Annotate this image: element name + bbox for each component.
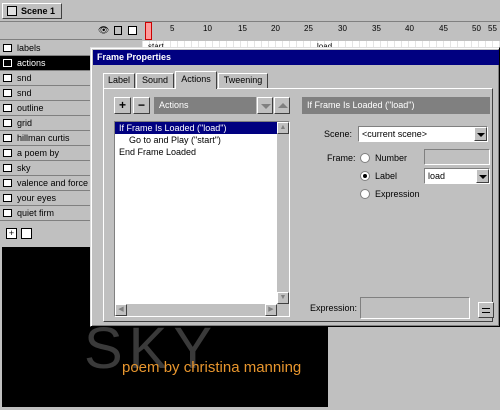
label-select-value: load: [428, 171, 446, 181]
layer-name: hillman curtis: [17, 133, 70, 143]
label-dropdown-button[interactable]: [476, 169, 489, 183]
layer-name: outline: [17, 103, 44, 113]
layer-icon: [3, 74, 12, 82]
tab-actions[interactable]: Actions: [175, 71, 217, 89]
scene-icon: [7, 6, 17, 16]
actions-toolbar: + − Actions: [114, 97, 290, 115]
frame-label-option: Label: [375, 171, 398, 181]
frame-number-radio[interactable]: [360, 153, 370, 163]
frame-ruler[interactable]: 5 10 15 20 25 30 35 40 45 50 55: [142, 22, 500, 40]
chevron-down-icon: [479, 175, 487, 179]
actions-panel: + − Actions If Frame Is Loaded ("load") …: [103, 88, 494, 322]
add-guide-layer-icon[interactable]: [21, 228, 32, 239]
script-line[interactable]: End Frame Loaded: [115, 146, 289, 158]
move-down-button[interactable]: [257, 97, 273, 114]
expression-label: Expression:: [310, 303, 358, 313]
properties-header: If Frame Is Loaded ("load"): [302, 97, 490, 114]
lines-icon: [482, 312, 490, 313]
expression-field[interactable]: [360, 297, 470, 319]
layer-name: snd: [17, 73, 32, 83]
ruler-tick: 15: [238, 24, 247, 33]
frame-properties-dialog: Frame Properties Label Sound Actions Twe…: [90, 47, 500, 327]
scene-dropdown-button[interactable]: [474, 127, 487, 141]
ruler-tick: 10: [203, 24, 212, 33]
layer-name: your eyes: [17, 193, 57, 203]
ruler-tick: 30: [338, 24, 347, 33]
scene-tab[interactable]: Scene 1: [2, 3, 62, 19]
frame-number-label: Number: [375, 153, 408, 163]
layer-icon: [3, 134, 12, 142]
layer-icon: [3, 89, 12, 97]
eye-icon[interactable]: 👁︎: [98, 25, 109, 36]
ruler-tick: 40: [405, 24, 414, 33]
frame-expression-radio[interactable]: [360, 189, 370, 199]
lines-icon: [482, 308, 490, 309]
layer-icon: [3, 164, 12, 172]
stage-caption: poem by christina manning: [122, 359, 302, 376]
layer-icon: [3, 149, 12, 157]
layer-name: grid: [17, 118, 33, 128]
ruler-tick: 35: [372, 24, 381, 33]
timeline-header: 👁︎ 5 10 15 20 25 30 35 40 45 50 55: [0, 22, 500, 40]
layer-name: a poem by: [17, 148, 60, 158]
ruler-tick: 5: [170, 24, 175, 33]
chevron-down-icon: [477, 133, 485, 137]
remove-action-button[interactable]: −: [133, 97, 150, 114]
scene-bar: Scene 1: [0, 0, 500, 22]
tab-label[interactable]: Label: [103, 73, 135, 88]
layer-icon: [3, 104, 12, 112]
layer-icon: [3, 179, 12, 187]
layer-name: snd: [17, 88, 32, 98]
frame-expression-label: Expression: [375, 189, 420, 199]
tab-tweening[interactable]: Tweening: [218, 73, 268, 88]
arrow-down-icon: [261, 104, 271, 109]
horizontal-scrollbar[interactable]: ◀ ▶: [115, 304, 289, 316]
ruler-tick: 25: [304, 24, 313, 33]
ruler-tick: 45: [439, 24, 448, 33]
label-select[interactable]: load: [424, 168, 490, 184]
layer-name: sky: [17, 163, 31, 173]
action-properties: If Frame Is Loaded ("load") Scene: <curr…: [302, 97, 494, 319]
ruler-tick: 55: [488, 24, 497, 33]
actions-header: Actions: [154, 97, 256, 114]
frame-number-field[interactable]: [424, 149, 490, 165]
arrow-up-icon: [278, 103, 288, 108]
layer-icon: [3, 209, 12, 217]
frame-label: Frame:: [327, 153, 356, 163]
layer-icon: [3, 59, 12, 67]
scene-tab-label: Scene 1: [21, 6, 56, 16]
scroll-up-icon[interactable]: ▲: [277, 122, 289, 134]
tab-sound[interactable]: Sound: [136, 73, 174, 88]
frame-label-radio[interactable]: [360, 171, 370, 181]
outline-icon[interactable]: [128, 26, 137, 35]
move-up-button[interactable]: [274, 97, 290, 114]
ruler-tick: 20: [271, 24, 280, 33]
expression-editor-button[interactable]: [478, 302, 494, 318]
scene-select-value: <current scene>: [362, 129, 428, 139]
scroll-left-icon[interactable]: ◀: [115, 304, 127, 316]
layer-name: quiet firm: [17, 208, 55, 218]
add-action-button[interactable]: +: [114, 97, 131, 114]
dialog-title[interactable]: Frame Properties: [93, 50, 499, 65]
layer-icon: [3, 44, 12, 52]
layer-name: actions: [17, 58, 46, 68]
lock-icon[interactable]: [114, 26, 122, 35]
add-layer-icon[interactable]: +: [6, 228, 17, 239]
script-line[interactable]: If Frame Is Loaded ("load"): [115, 122, 289, 134]
scene-label: Scene:: [324, 129, 353, 139]
vertical-scrollbar[interactable]: ▲ ▼: [277, 122, 289, 304]
layer-icon: [3, 119, 12, 127]
scene-select[interactable]: <current scene>: [358, 126, 488, 142]
scroll-down-icon[interactable]: ▼: [277, 292, 289, 304]
layer-icon: [3, 194, 12, 202]
script-line[interactable]: Go to and Play ("start"): [115, 134, 289, 146]
ruler-tick: 50: [472, 24, 481, 33]
playhead[interactable]: [145, 22, 152, 40]
layer-name: labels: [17, 43, 41, 53]
layer-name: valence and force: [17, 178, 89, 188]
scroll-right-icon[interactable]: ▶: [265, 304, 277, 316]
action-script-list[interactable]: If Frame Is Loaded ("load") Go to and Pl…: [114, 121, 290, 317]
